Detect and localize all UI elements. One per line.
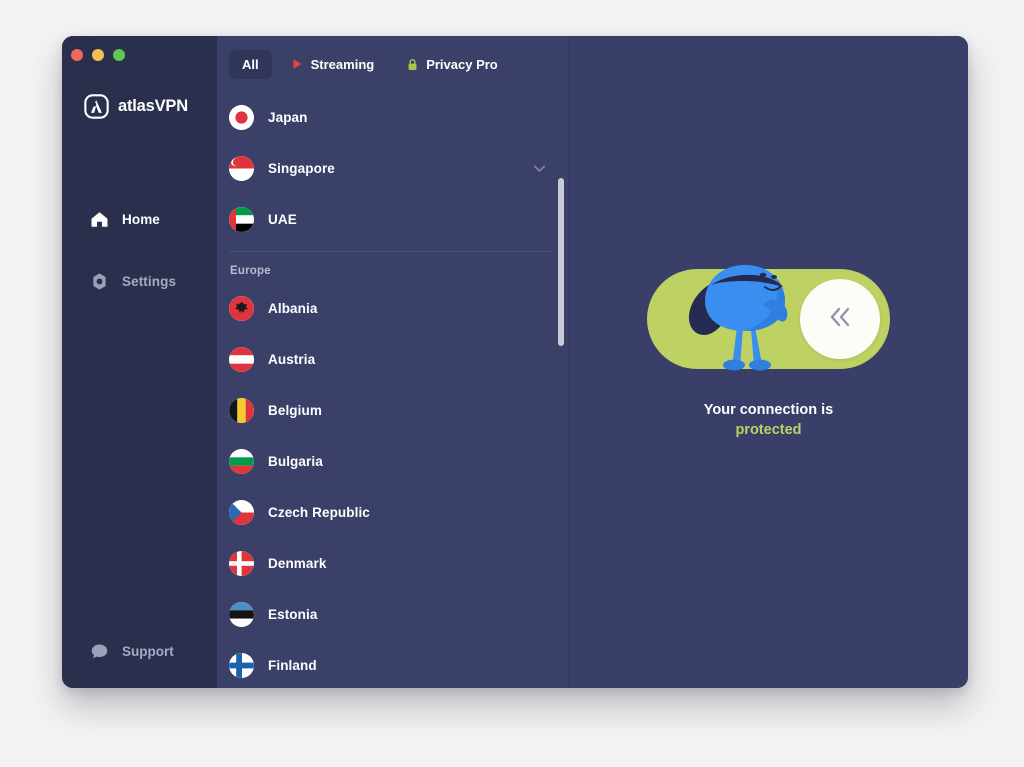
- list-item-label: Bulgaria: [268, 454, 323, 469]
- list-item[interactable]: Estonia: [229, 589, 552, 640]
- flag-cz-icon: [229, 500, 254, 525]
- home-icon: [90, 210, 109, 229]
- connection-toggle-knob[interactable]: [800, 279, 880, 360]
- sidebar-item-settings[interactable]: Settings: [62, 263, 217, 300]
- list-item-label: Japan: [268, 110, 308, 125]
- window-controls: [71, 49, 125, 61]
- brand: atlasVPN: [84, 94, 188, 119]
- list-item[interactable]: Czech Republic: [229, 487, 552, 538]
- flag-ae-icon: [229, 207, 254, 232]
- list-item-label: Estonia: [268, 607, 318, 622]
- list-item[interactable]: Japan: [229, 92, 552, 143]
- list-item[interactable]: Albania: [229, 283, 552, 334]
- list-item[interactable]: Austria: [229, 334, 552, 385]
- flag-at-icon: [229, 347, 254, 372]
- list-item[interactable]: Denmark: [229, 538, 552, 589]
- sidebar-nav: Home Settings: [62, 201, 217, 325]
- list-item[interactable]: Belgium: [229, 385, 552, 436]
- country-list: Japan Singapore UAE Europe Albania Austr…: [217, 92, 568, 688]
- app-window: atlasVPN Home Settings Support All Strea…: [62, 36, 968, 688]
- sidebar-item-support[interactable]: Support: [62, 633, 217, 670]
- tab-privacy-pro[interactable]: Privacy Pro: [393, 50, 511, 79]
- sidebar-item-settings-label: Settings: [122, 274, 177, 289]
- screen: atlasVPN Home Settings Support All Strea…: [0, 0, 1024, 767]
- sidebar-item-home-label: Home: [122, 212, 160, 227]
- sidebar-item-home[interactable]: Home: [62, 201, 217, 238]
- list-item-label: Austria: [268, 352, 316, 367]
- brand-name: atlasVPN: [118, 97, 188, 115]
- list-item[interactable]: Finland: [229, 640, 552, 688]
- list-item-label: Singapore: [268, 161, 335, 176]
- connection-status-line1: Your connection is: [703, 402, 834, 419]
- chevron-down-icon[interactable]: [531, 160, 548, 177]
- flag-jp-icon: [229, 105, 254, 130]
- flag-sg-icon: [229, 156, 254, 181]
- sidebar: atlasVPN Home Settings Support: [62, 36, 217, 688]
- gear-icon: [90, 272, 109, 291]
- atlasvpn-logo-icon: [84, 94, 109, 119]
- list-item[interactable]: Singapore: [229, 143, 552, 194]
- minimize-button[interactable]: [92, 49, 104, 61]
- sidebar-item-support-label: Support: [122, 644, 174, 659]
- tab-streaming-label: Streaming: [310, 56, 375, 72]
- country-scroll-area[interactable]: Japan Singapore UAE Europe Albania Austr…: [217, 92, 568, 688]
- server-list-panel: All Streaming Privacy Pro Japan Singapor…: [217, 36, 569, 688]
- superhero-mascot-icon: [671, 251, 821, 373]
- play-triangle-icon: [291, 57, 304, 71]
- flag-dk-icon: [229, 551, 254, 576]
- zoom-button[interactable]: [113, 49, 125, 61]
- list-item-label: Finland: [268, 658, 317, 673]
- chat-bubble-icon: [90, 642, 109, 661]
- connection-status: Your connection is protected: [704, 401, 833, 440]
- list-item[interactable]: UAE: [229, 194, 552, 245]
- tab-all[interactable]: All: [229, 49, 272, 79]
- tab-all-label: All: [242, 56, 259, 72]
- flag-ee-icon: [229, 602, 254, 627]
- connection-panel: Your connection is protected: [569, 36, 968, 688]
- double-chevron-left-icon: [823, 302, 857, 337]
- connection-status-line2: protected: [735, 422, 802, 438]
- filter-tabs: All Streaming Privacy Pro: [217, 36, 568, 92]
- list-item-label: Belgium: [268, 403, 322, 418]
- tab-privacy-pro-label: Privacy Pro: [426, 56, 498, 72]
- tab-streaming[interactable]: Streaming: [278, 50, 388, 79]
- flag-bg-icon: [229, 449, 254, 474]
- connection-toggle[interactable]: [647, 265, 890, 371]
- scrollbar-track[interactable]: [557, 92, 565, 688]
- list-item-label: UAE: [268, 212, 297, 227]
- list-item-label: Czech Republic: [268, 505, 370, 520]
- close-button[interactable]: [71, 49, 83, 61]
- lock-icon: [406, 57, 419, 71]
- flag-be-icon: [229, 398, 254, 423]
- flag-fi-icon: [229, 653, 254, 678]
- flag-al-icon: [229, 296, 254, 321]
- scrollbar-thumb[interactable]: [558, 178, 564, 346]
- list-item-label: Albania: [268, 301, 318, 316]
- region-header: Europe: [230, 265, 271, 277]
- list-item-label: Denmark: [268, 556, 327, 571]
- list-item[interactable]: Bulgaria: [229, 436, 552, 487]
